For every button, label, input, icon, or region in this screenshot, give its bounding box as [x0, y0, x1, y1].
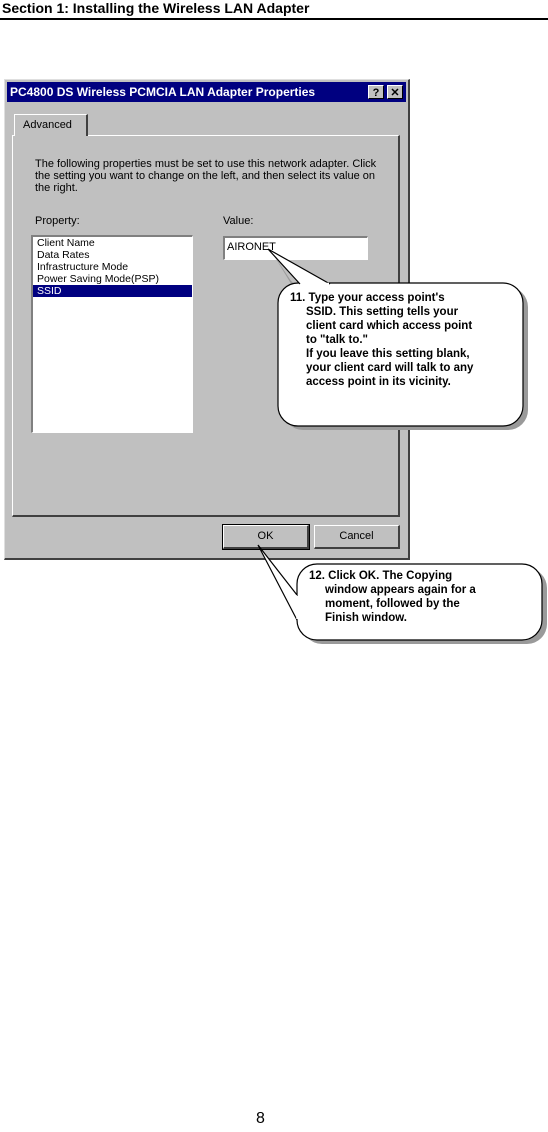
callout-ok-text: 12. Click OK. The Copying window appears…: [309, 569, 541, 625]
callout-ssid-line: to "talk to.": [306, 334, 369, 346]
callout-ssid-line: client card which access point: [306, 320, 473, 332]
callout-ok-line: moment, followed by the: [325, 598, 460, 610]
callout-ok-line: 12. Click OK. The Copying: [309, 570, 453, 582]
tab-advanced[interactable]: Advanced: [14, 114, 88, 136]
callout-ssid-text: 11. Type your access point's SSID. This …: [290, 291, 522, 389]
callout-ok-line: Finish window.: [325, 612, 407, 624]
callout-ssid-line: access point in its vicinity.: [306, 376, 451, 388]
callout-ssid-line: SSID. This setting tells your: [306, 306, 459, 318]
callout-ssid-line: If you leave this setting blank,: [306, 348, 470, 360]
callout-ssid-line: 11. Type your access point's: [290, 292, 445, 304]
callout-ok-line: window appears again for a: [325, 584, 476, 596]
page-number: 8: [256, 1110, 265, 1127]
callout-ssid-line: your client card will talk to any: [306, 362, 474, 374]
